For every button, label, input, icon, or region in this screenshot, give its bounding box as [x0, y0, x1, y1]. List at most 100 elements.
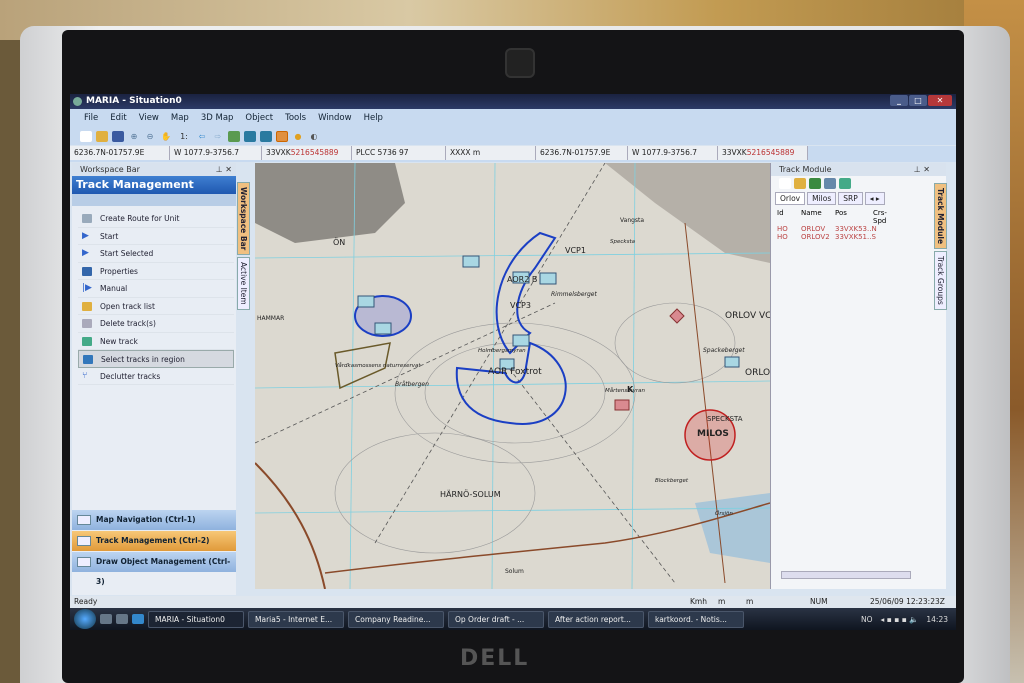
- internet-explorer-icon[interactable]: [132, 614, 144, 624]
- tab-workspace-bar[interactable]: Workspace Bar: [237, 182, 250, 256]
- language-indicator[interactable]: NO: [861, 615, 873, 624]
- tab-track-module[interactable]: Track Module: [934, 183, 947, 250]
- map-label: Blockberget: [655, 478, 689, 484]
- tab-milos[interactable]: Milos: [807, 192, 837, 205]
- start-button[interactable]: [74, 609, 96, 629]
- system-tray: NO ◂ ▪ ▪ ▪ 🔈 14:23: [861, 615, 956, 624]
- menu-edit[interactable]: Edit: [110, 113, 126, 123]
- task-company-readiness[interactable]: Company Readine...: [348, 610, 444, 628]
- task-after-action[interactable]: After action report...: [548, 610, 644, 628]
- menu-map[interactable]: Map: [171, 113, 189, 123]
- action-new-track[interactable]: New track: [78, 333, 234, 350]
- action-properties[interactable]: Properties: [78, 263, 234, 280]
- grid-coordinate: W 1077.9-3756.7: [170, 146, 262, 160]
- forward-icon[interactable]: ⇨: [212, 131, 224, 142]
- save-icon[interactable]: [112, 130, 124, 142]
- open-icon[interactable]: [96, 130, 108, 142]
- star-icon[interactable]: ●: [292, 131, 304, 142]
- horizontal-scrollbar[interactable]: [781, 571, 911, 579]
- column-name[interactable]: Name: [801, 209, 835, 225]
- menu-object[interactable]: Object: [245, 113, 273, 123]
- friendly-unit-icon[interactable]: [357, 295, 375, 308]
- laptop-logo: DELL: [460, 646, 530, 671]
- edit-icon[interactable]: [824, 178, 836, 189]
- action-create-route[interactable]: Create Route for Unit: [78, 210, 234, 228]
- menu-file[interactable]: File: [84, 113, 98, 123]
- tab-scroll-arrows[interactable]: ◂ ▸: [864, 192, 885, 205]
- menu-help[interactable]: Help: [364, 113, 383, 123]
- enemy-unit-icon[interactable]: [614, 399, 630, 411]
- cell-id: HO: [777, 233, 788, 241]
- close-button[interactable]: ✕: [928, 95, 952, 106]
- action-open-track-list[interactable]: Open track list: [78, 298, 234, 315]
- task-notepad[interactable]: kartkoord. - Notis...: [648, 610, 744, 628]
- urban-area: [255, 163, 405, 243]
- friendly-unit-icon[interactable]: [724, 356, 740, 368]
- task-internet-explorer[interactable]: Maria5 - Internet E...: [248, 610, 344, 628]
- zoom-out-icon[interactable]: ⊖: [144, 131, 156, 142]
- action-select-tracks-in-region[interactable]: Select tracks in region: [78, 350, 234, 368]
- action-manual[interactable]: |▶ Manual: [78, 280, 234, 298]
- column-crs-spd[interactable]: Crs-Spd: [873, 209, 897, 225]
- pane-icon: [77, 536, 91, 546]
- minimize-button[interactable]: _: [890, 95, 908, 106]
- column-pos[interactable]: Pos: [835, 209, 873, 225]
- sphere-icon[interactable]: ◐: [308, 131, 320, 142]
- menu-3d-map[interactable]: 3D Map: [201, 113, 234, 123]
- new-list-icon[interactable]: [779, 178, 791, 189]
- map-label: HAMMAR: [257, 315, 285, 322]
- add-track-icon[interactable]: [839, 178, 851, 189]
- action-start-selected[interactable]: ▶ Start Selected: [78, 245, 234, 263]
- tray-icons[interactable]: ◂ ▪ ▪ ▪ 🔈: [880, 615, 918, 624]
- cell-pos: 33VXK53..N: [835, 225, 877, 233]
- globe-icon[interactable]: [276, 130, 288, 142]
- show-desktop-icon[interactable]: [100, 614, 112, 624]
- menu-tools[interactable]: Tools: [285, 113, 306, 123]
- map-label: VCP1: [565, 246, 586, 255]
- zoom-in-icon[interactable]: ⊕: [128, 131, 140, 142]
- clock[interactable]: 14:23: [926, 615, 948, 624]
- table-row[interactable]: HO ORLOV2 33VXK51..S: [777, 233, 940, 241]
- open-icon[interactable]: [794, 178, 806, 189]
- layer2-icon[interactable]: [260, 130, 272, 142]
- task-maria[interactable]: MARIA - Situation0: [148, 610, 244, 628]
- menu-window[interactable]: Window: [318, 113, 352, 123]
- tab-orlov[interactable]: Orlov: [775, 192, 806, 205]
- map-view[interactable]: ÖN HAMMAR Vårdkasmossens naturreservat A…: [255, 163, 770, 589]
- delete-icon: [82, 319, 92, 328]
- pin-close-icon[interactable]: ⊥ ✕: [216, 163, 232, 176]
- new-icon[interactable]: [80, 130, 92, 142]
- map-label: Örsjön: [715, 511, 733, 517]
- nav-track-management[interactable]: Track Management (Ctrl-2): [72, 531, 236, 551]
- action-start[interactable]: ▶ Start: [78, 228, 234, 245]
- workspace-header: Workspace Bar ⊥ ✕: [72, 163, 236, 176]
- tab-srp[interactable]: SRP: [838, 192, 863, 205]
- switch-windows-icon[interactable]: [116, 614, 128, 624]
- save-icon[interactable]: [809, 178, 821, 189]
- image-icon[interactable]: [228, 130, 240, 142]
- mgrs-digits-2: 5216545889: [746, 148, 795, 157]
- table-row[interactable]: HO ORLOV 33VXK53..N: [777, 225, 940, 233]
- maximize-button[interactable]: □: [909, 95, 927, 106]
- enemy-unit-icon[interactable]: [669, 308, 685, 324]
- layer-icon[interactable]: [244, 130, 256, 142]
- tab-active-item[interactable]: Active Item: [237, 257, 250, 311]
- pin-close-icon[interactable]: ⊥ ✕: [914, 163, 930, 176]
- back-icon[interactable]: ⇦: [196, 131, 208, 142]
- action-declutter-tracks[interactable]: ⑂ Declutter tracks: [78, 368, 234, 385]
- geo-coordinate-2: 6236.7N-01757.9E: [536, 146, 628, 160]
- friendly-unit-icon[interactable]: [539, 272, 557, 285]
- nav-map-navigation[interactable]: Map Navigation (Ctrl-1): [72, 510, 236, 530]
- scale-dropdown[interactable]: 1:: [176, 131, 192, 142]
- menu-view[interactable]: View: [139, 113, 159, 123]
- friendly-unit-icon[interactable]: [512, 334, 530, 347]
- column-id[interactable]: Id: [777, 209, 801, 225]
- friendly-unit-icon[interactable]: [462, 255, 480, 268]
- nav-draw-object-management[interactable]: Draw Object Management (Ctrl-3): [72, 552, 236, 586]
- task-op-order[interactable]: Op Order draft - ...: [448, 610, 544, 628]
- tab-track-groups[interactable]: Track Groups: [934, 251, 947, 310]
- action-delete-tracks[interactable]: Delete track(s): [78, 315, 234, 333]
- friendly-unit-icon[interactable]: [374, 322, 392, 335]
- action-label: Open track list: [100, 301, 155, 311]
- pan-icon[interactable]: ✋: [160, 131, 172, 142]
